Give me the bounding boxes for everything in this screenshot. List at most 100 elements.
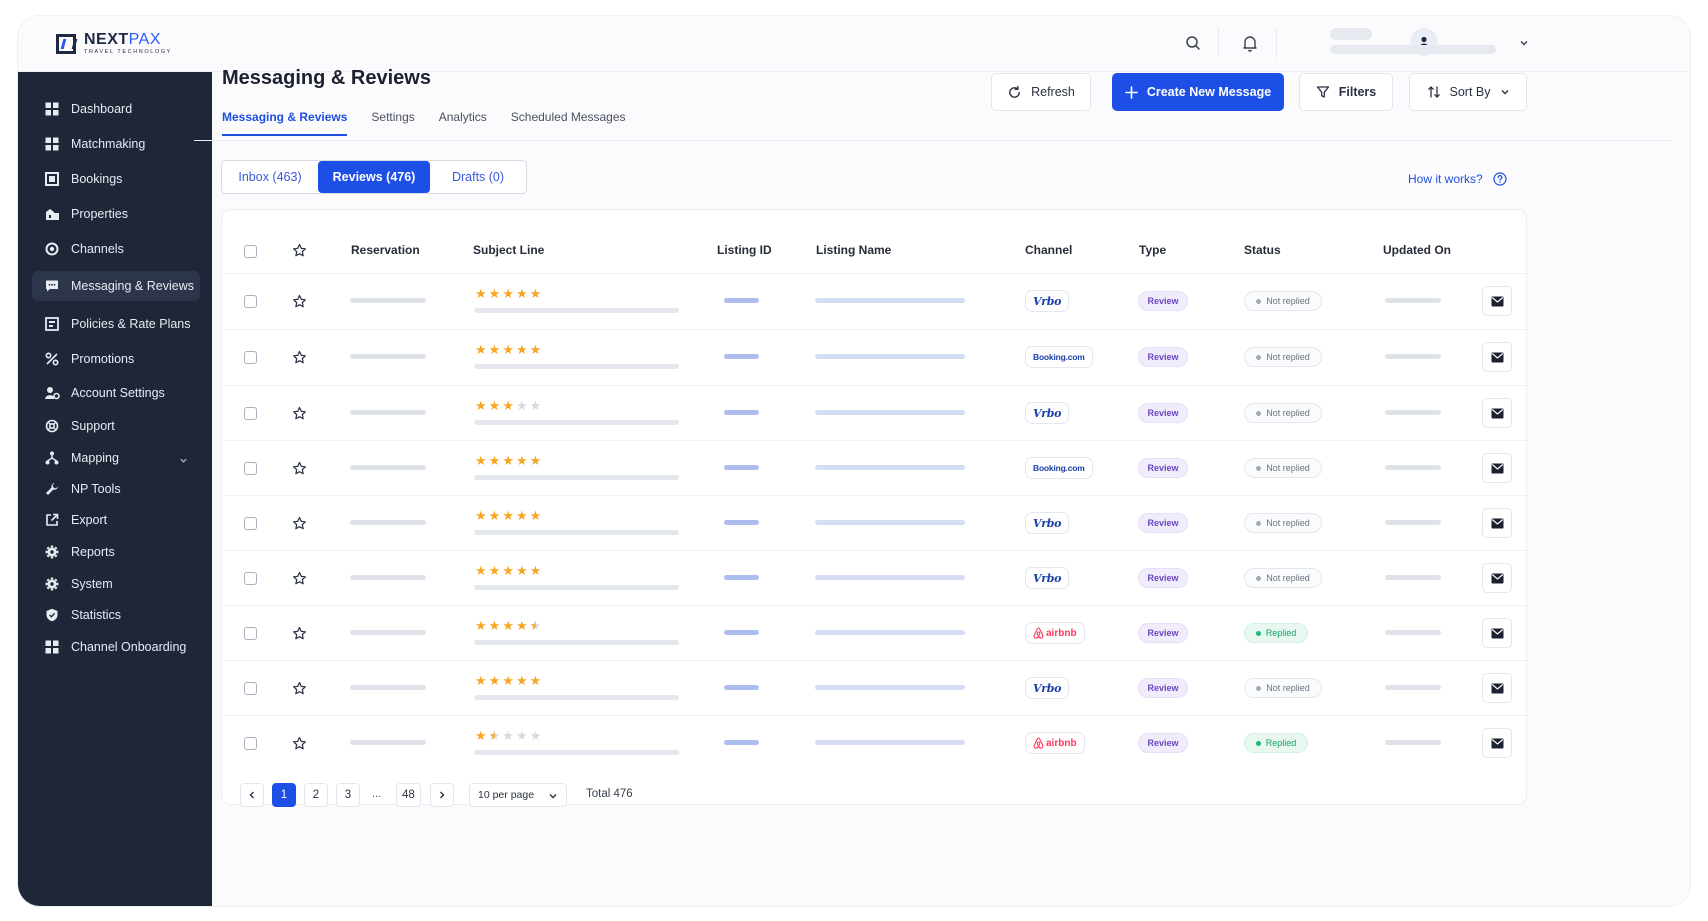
sidebar-item-channel-onboarding[interactable]: Channel Onboarding	[32, 632, 200, 662]
tab-bar: Messaging & Reviews Settings Analytics S…	[222, 110, 626, 136]
segment-reviews[interactable]: Reviews (476)	[318, 161, 430, 193]
segment-inbox[interactable]: Inbox (463)	[222, 161, 318, 193]
logo[interactable]: NEXTPAX TRAVEL TECHNOLOGY	[56, 32, 172, 56]
chevron-down-icon[interactable]	[1513, 32, 1535, 54]
channel-label: airbnb	[1046, 627, 1077, 639]
bell-icon[interactable]	[1239, 32, 1261, 54]
tab-messaging-reviews[interactable]: Messaging & Reviews	[222, 110, 348, 136]
table-row[interactable]: ★ ★ ★ ★ ★ Booking.com Review Not replied	[222, 329, 1528, 384]
sidebar-item-bookings[interactable]: Bookings	[32, 164, 200, 194]
page-button-3[interactable]: 3	[336, 783, 360, 807]
column-header-status[interactable]: Status	[1244, 243, 1281, 257]
page-button-2[interactable]: 2	[304, 783, 328, 807]
row-checkbox[interactable]	[244, 295, 257, 308]
channel-badge: airbnb	[1025, 732, 1085, 754]
status-label: Replied	[1265, 738, 1297, 748]
create-new-message-button[interactable]: Create New Message	[1112, 73, 1284, 111]
sidebar-item-reports[interactable]: Reports	[32, 537, 200, 567]
sidebar-item-promotions[interactable]: Promotions	[32, 344, 200, 374]
star-outline-icon[interactable]	[292, 406, 307, 421]
column-header-listing-id[interactable]: Listing ID	[717, 243, 772, 257]
sidebar-item-np-tools[interactable]: NP Tools	[32, 474, 200, 504]
listing-id-placeholder	[724, 410, 759, 415]
sidebar-item-policies-rate-plans[interactable]: Policies & Rate Plans	[32, 309, 200, 339]
star-outline-icon[interactable]	[292, 571, 307, 586]
table-row[interactable]: ★ ★ ★ ★ ★ Vrbo Review Not replied	[222, 273, 1528, 328]
star-outline-icon[interactable]	[292, 626, 307, 641]
page-button-1[interactable]: 1	[272, 783, 296, 807]
rating-star-icon: ★	[502, 286, 514, 301]
row-checkbox[interactable]	[244, 462, 257, 475]
table-row[interactable]: ★ ★ ★ ★ ★ Vrbo Review Not replied	[222, 385, 1528, 440]
table-row[interactable]: ★ ★ ★ ★ ★ airbnb Review Replied	[222, 605, 1528, 660]
message-button[interactable]	[1482, 618, 1512, 648]
star-outline-icon[interactable]	[292, 516, 307, 531]
message-button[interactable]	[1482, 673, 1512, 703]
filters-button[interactable]: Filters	[1299, 73, 1393, 111]
star-outline-icon[interactable]	[292, 736, 307, 751]
row-checkbox[interactable]	[244, 627, 257, 640]
sort-by-button[interactable]: Sort By	[1409, 73, 1527, 111]
row-checkbox[interactable]	[244, 351, 257, 364]
refresh-button[interactable]: Refresh	[991, 73, 1091, 111]
status-label: Not replied	[1266, 296, 1310, 306]
message-button[interactable]	[1482, 398, 1512, 428]
column-header-reservation[interactable]: Reservation	[351, 243, 420, 257]
rating-star-icon: ★	[488, 508, 501, 523]
star-outline-icon[interactable]	[292, 681, 307, 696]
message-button[interactable]	[1482, 728, 1512, 758]
segment-drafts[interactable]: Drafts (0)	[430, 161, 526, 193]
table-row[interactable]: ★ ★ ★ ★ ★ Vrbo Review Not replied	[222, 550, 1528, 605]
column-header-subject-line[interactable]: Subject Line	[473, 243, 544, 257]
column-header-listing-name[interactable]: Listing Name	[816, 243, 891, 257]
star-outline-icon[interactable]	[292, 461, 307, 476]
column-header-type[interactable]: Type	[1139, 243, 1166, 257]
message-button[interactable]	[1482, 286, 1512, 316]
per-page-select[interactable]: 10 per page	[469, 783, 567, 807]
listing-name-placeholder	[815, 575, 965, 580]
message-button[interactable]	[1482, 453, 1512, 483]
table-row[interactable]: ★ ★ ★ ★ ★ Vrbo Review Not replied	[222, 660, 1528, 715]
sidebar-item-matchmaking[interactable]: Matchmaking	[32, 129, 200, 159]
table-row[interactable]: ★ ★ ★ ★ ★ airbnb Review Replied	[222, 715, 1528, 770]
sidebar-item-label: Bookings	[71, 172, 123, 186]
sidebar-item-properties[interactable]: Properties	[32, 199, 200, 229]
tab-scheduled-messages[interactable]: Scheduled Messages	[511, 110, 626, 136]
table-row[interactable]: ★ ★ ★ ★ ★ Booking.com Review Not replied	[222, 440, 1528, 495]
prev-page-button[interactable]	[240, 783, 264, 807]
message-button[interactable]	[1482, 563, 1512, 593]
sidebar-item-dashboard[interactable]: Dashboard	[32, 94, 200, 124]
sidebar-item-system[interactable]: System	[32, 569, 200, 599]
row-checkbox[interactable]	[244, 572, 257, 585]
search-icon[interactable]	[1182, 32, 1204, 54]
sidebar-item-messaging-reviews[interactable]: Messaging & Reviews	[32, 271, 200, 301]
star-outline-icon[interactable]	[292, 243, 307, 258]
message-button[interactable]	[1482, 342, 1512, 372]
row-checkbox[interactable]	[244, 737, 257, 750]
row-checkbox[interactable]	[244, 407, 257, 420]
sidebar-item-statistics[interactable]: Statistics	[32, 600, 200, 630]
status-badge: Not replied	[1244, 403, 1322, 423]
sidebar-item-channels[interactable]: Channels	[32, 234, 200, 264]
page-button-48[interactable]: 48	[396, 783, 421, 807]
select-all-checkbox[interactable]	[244, 245, 257, 258]
row-checkbox[interactable]	[244, 682, 257, 695]
column-header-channel[interactable]: Channel	[1025, 243, 1072, 257]
sidebar-item-account-settings[interactable]: Account Settings	[32, 378, 200, 408]
sidebar-item-support[interactable]: Support	[32, 411, 200, 441]
listing-name-placeholder	[815, 298, 965, 303]
star-outline-icon[interactable]	[292, 350, 307, 365]
tab-settings[interactable]: Settings	[371, 110, 414, 136]
star-outline-icon[interactable]	[292, 294, 307, 309]
next-page-button[interactable]	[430, 783, 454, 807]
sidebar-item-mapping[interactable]: Mapping	[32, 443, 200, 473]
chevron-down-icon[interactable]	[179, 452, 188, 470]
how-it-works-link[interactable]: How it works?	[1408, 172, 1507, 186]
message-button[interactable]	[1482, 508, 1512, 538]
column-header-updated-on[interactable]: Updated On	[1383, 243, 1451, 257]
row-checkbox[interactable]	[244, 517, 257, 530]
sidebar-item-export[interactable]: Export	[32, 505, 200, 535]
tab-analytics[interactable]: Analytics	[439, 110, 487, 136]
rating-star-icon: ★	[502, 453, 514, 468]
table-row[interactable]: ★ ★ ★ ★ ★ Vrbo Review Not replied	[222, 495, 1528, 550]
